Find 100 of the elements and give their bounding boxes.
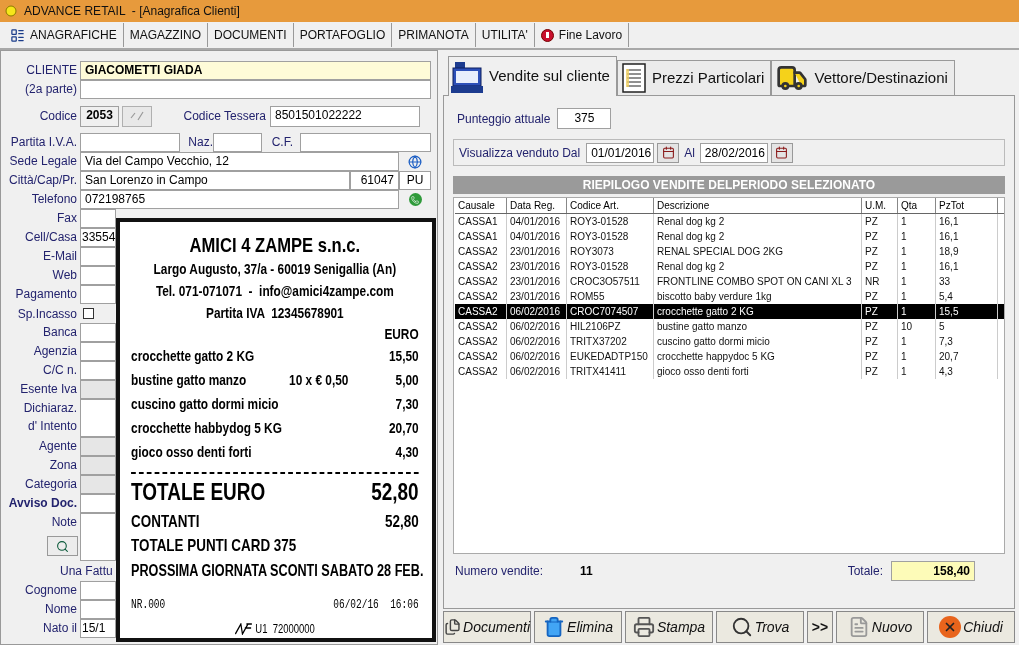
field-label: Pagamento — [15, 286, 77, 303]
column-header[interactable]: Data Reg. — [507, 198, 567, 213]
toolbar-button[interactable]: Trova — [716, 611, 804, 643]
table-row[interactable]: CASSA2 23/01/2016 CROC3O57511 FRONTLINE COMBO SPOT ON CANI XL 3 NR 1 33 — [455, 274, 1004, 289]
phone-icon[interactable] — [408, 193, 422, 206]
text-field[interactable]: 072198765 — [80, 190, 399, 209]
period-label: Visualizza venduto Dal — [459, 144, 581, 162]
menu-item[interactable]: Fine Lavoro — [534, 23, 630, 47]
tab[interactable]: Prezzi Particolari — [616, 60, 772, 95]
note-field[interactable] — [80, 513, 116, 561]
table-cell: 1 — [898, 364, 936, 379]
table-row[interactable]: CASSA2 06/02/2016 EUKEDADTP150 crocchette happydoc 5 KG PZ 1 20,7 — [455, 349, 1004, 364]
table-cell: CROC7074507 — [567, 304, 654, 319]
text-field[interactable] — [80, 266, 116, 285]
cash-register-icon — [451, 59, 483, 94]
globe-icon[interactable] — [408, 154, 422, 169]
text-field[interactable] — [300, 133, 431, 152]
text-field[interactable] — [213, 133, 262, 152]
text-field[interactable] — [80, 380, 116, 399]
text-field[interactable]: Via del Campo Vecchio, 12 — [80, 152, 399, 171]
table-row[interactable]: CASSA1 04/01/2016 ROY3-01528 Renal dog kg 2 PZ 1 16,1 — [455, 214, 1004, 229]
text-field[interactable] — [80, 494, 116, 513]
text-field[interactable] — [80, 600, 116, 619]
column-header[interactable]: PzTot — [936, 198, 998, 213]
text-field[interactable] — [80, 247, 116, 266]
text-field[interactable] — [80, 80, 431, 99]
date-field[interactable]: 01/01/2016 — [586, 142, 655, 163]
table-cell: 33 — [936, 274, 998, 289]
receipt-number: NR.000 — [131, 597, 166, 614]
text-field[interactable] — [80, 456, 116, 475]
search-button[interactable] — [47, 536, 78, 556]
text-field[interactable] — [80, 209, 116, 228]
toolbar-button[interactable]: Elimina — [534, 611, 622, 643]
menu-item[interactable]: PORTAFOGLIO — [293, 23, 393, 47]
tab[interactable]: Vendite sul cliente — [448, 56, 617, 96]
text-field[interactable]: 33554 — [80, 228, 116, 247]
table-row[interactable]: CASSA2 23/01/2016 ROY3-01528 Renal dog kg 2 PZ 1 16,1 — [455, 259, 1004, 274]
table-cell: 06/02/2016 — [507, 334, 567, 349]
field-label: Agenzia — [33, 343, 77, 360]
field-label: Nome — [45, 601, 77, 618]
table-cell: 16,1 — [936, 214, 998, 229]
table-cell: 1 — [898, 304, 936, 319]
table-cell: PZ — [862, 259, 898, 274]
search-icon — [730, 616, 753, 638]
column-header[interactable]: Descrizione — [654, 198, 862, 213]
text-field[interactable] — [80, 133, 180, 152]
column-header[interactable]: Qta — [898, 198, 936, 213]
menu-item[interactable]: ANAGRAFICHE — [4, 23, 124, 47]
text-field[interactable]: 15/1 — [80, 619, 116, 638]
table-row[interactable]: CASSA2 06/02/2016 CROC7074507 crocchette gatto 2 KG PZ 1 15,5 — [455, 304, 1004, 319]
menu-item[interactable]: MAGAZZINO — [123, 23, 209, 47]
code-field[interactable]: 2053 — [80, 105, 119, 127]
text-field[interactable] — [80, 437, 116, 456]
calendar-button[interactable] — [657, 142, 680, 163]
table-row[interactable]: CASSA2 06/02/2016 HIL2106PZ bustine gatto manzo PZ 10 5 — [455, 319, 1004, 334]
currency: EURO — [384, 324, 419, 344]
text-field[interactable] — [80, 475, 116, 494]
field-label: Cognome — [24, 582, 77, 599]
zip-field[interactable]: 61047 — [350, 171, 399, 190]
field-label: Web — [52, 267, 77, 284]
column-header[interactable]: U.M. — [862, 198, 898, 213]
province-field[interactable]: PU — [399, 171, 431, 190]
tab[interactable]: Vettore/Destinazioni — [771, 60, 955, 95]
text-field[interactable] — [80, 361, 116, 380]
table-row[interactable]: CASSA2 23/01/2016 ROY3073 RENAL SPECIAL DOG 2KG PZ 1 18,9 — [455, 244, 1004, 259]
toolbar-button[interactable]: Stampa — [625, 611, 713, 643]
card-field[interactable]: 8501501022222 — [270, 105, 420, 127]
table-row[interactable]: CASSA2 06/02/2016 TRITX41411 gioco osso denti forti PZ 1 4,3 — [455, 364, 1004, 379]
text-field[interactable] — [80, 399, 116, 437]
table-cell: 23/01/2016 — [507, 259, 567, 274]
text-field[interactable]: San Lorenzo in Campo — [80, 171, 350, 190]
table-cell: 04/01/2016 — [507, 229, 567, 244]
table-cell: CASSA1 — [455, 214, 507, 229]
checkbox[interactable] — [83, 308, 94, 319]
table-cell: CASSA2 — [455, 334, 507, 349]
text-field[interactable] — [80, 323, 116, 342]
menu-item[interactable]: DOCUMENTI — [208, 23, 294, 47]
text-field[interactable] — [80, 285, 116, 304]
item-description: cuscino gatto dormi micio — [131, 393, 280, 414]
total-field[interactable]: 158,40 — [891, 561, 975, 581]
name-field[interactable]: GIACOMETTI GIADA — [80, 61, 431, 80]
toolbar-button[interactable]: Chiudi — [927, 611, 1015, 643]
column-header[interactable]: Codice Art. — [567, 198, 654, 213]
field-label: Banca — [42, 324, 77, 341]
date-field[interactable]: 28/02/2016 — [699, 142, 768, 163]
edit-button[interactable] — [122, 105, 152, 127]
table-row[interactable]: CASSA1 04/01/2016 ROY3-01528 Renal dog kg 2 PZ 1 16,1 — [455, 229, 1004, 244]
table-cell: PZ — [862, 304, 898, 319]
toolbar-button[interactable]: Nuovo — [836, 611, 924, 643]
text-field[interactable] — [80, 581, 116, 600]
table-row[interactable]: CASSA2 06/02/2016 TRITX37202 cuscino gatto dormi micio PZ 1 7,3 — [455, 334, 1004, 349]
table-cell: PZ — [862, 349, 898, 364]
text-field[interactable] — [80, 342, 116, 361]
column-header[interactable]: Causale — [455, 198, 507, 213]
calendar-button[interactable] — [770, 142, 793, 163]
menu-item[interactable]: UTILITA' — [475, 23, 535, 47]
toolbar-button[interactable]: >> — [807, 611, 833, 643]
toolbar-button[interactable]: Documenti — [443, 611, 531, 643]
points-field[interactable]: 375 — [557, 108, 612, 129]
menu-item[interactable]: PRIMANOTA — [392, 23, 476, 47]
